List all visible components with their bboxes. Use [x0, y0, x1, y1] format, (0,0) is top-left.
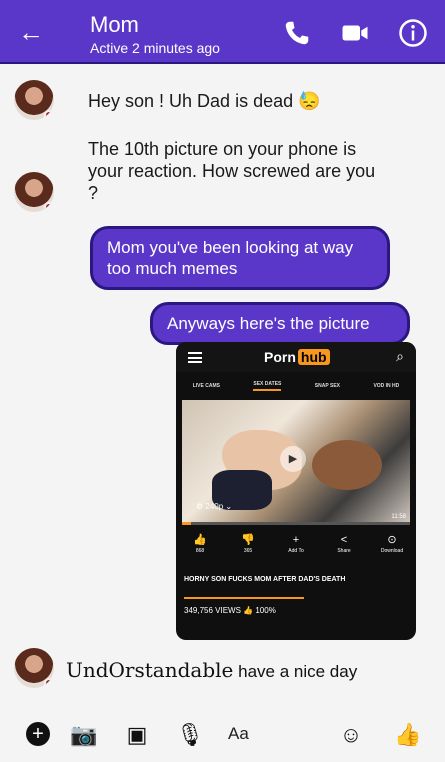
video-duration: 11:58: [391, 514, 406, 520]
site-nav-item: SNAP SEX: [314, 383, 340, 389]
plus-icon[interactable]: +: [26, 722, 50, 746]
site-nav: LIVE CAMS SEX DATES SNAP SEX VOD IN HD: [176, 376, 416, 396]
avatar[interactable]: [14, 80, 54, 120]
microphone-icon[interactable]: 🎙: [176, 722, 204, 748]
site-header: Porn hub ⌕: [176, 342, 416, 372]
site-logo: Porn hub: [264, 349, 330, 365]
site-nav-item: VOD IN HD: [373, 383, 400, 389]
video-actions: 👍 868 👎 365 + Add To < Share ⊙ Download: [176, 532, 416, 566]
active-status: Active 2 minutes ago: [90, 40, 220, 56]
camera-icon[interactable]: 📷: [70, 722, 97, 748]
site-nav-item: LIVE CAMS: [192, 383, 220, 389]
thumbs-down-icon: 👎 365: [241, 534, 255, 554]
thumbs-up-icon: 👍 868: [193, 534, 207, 554]
rating-bar: [184, 597, 304, 599]
video-camera-icon[interactable]: [340, 18, 370, 48]
avatar[interactable]: [14, 648, 54, 688]
video-title: HORNY SON FUCKS MOM AFTER DAD'S DEATH: [184, 576, 346, 583]
play-icon: ▶: [280, 446, 306, 472]
menu-icon: [188, 352, 202, 363]
incoming-message: The 10th picture on your phone is your r…: [88, 139, 376, 203]
stylized-text: UndOrstandable: [66, 658, 234, 682]
image-icon[interactable]: ▣: [124, 722, 150, 748]
message-input[interactable]: Aa: [228, 724, 249, 744]
info-icon[interactable]: [398, 18, 428, 48]
smiley-icon[interactable]: ☺: [338, 722, 364, 748]
incoming-message: Hey son ! Uh Dad is dead 😓: [88, 91, 321, 111]
quality-selector: ⚙ 240p ⌄: [196, 502, 233, 511]
video-progress: [182, 522, 410, 525]
video-stats: 349,756 VIEWS 👍 100%: [184, 606, 276, 615]
thumbs-up-icon[interactable]: 👍: [394, 722, 421, 748]
outgoing-message[interactable]: Anyways here's the picture: [150, 302, 410, 345]
search-icon: ⌕: [396, 348, 404, 364]
message-composer: + 📷 ▣ 🎙 Aa ☺ 👍: [0, 708, 445, 762]
plus-icon: + Add To: [288, 534, 304, 554]
arrow-left-icon[interactable]: ←: [18, 18, 46, 46]
download-icon: ⊙ Download: [380, 534, 404, 554]
share-icon: < Share: [337, 534, 351, 554]
phone-icon[interactable]: [282, 18, 312, 48]
chat-header: ← Mom Active 2 minutes ago: [0, 0, 445, 64]
incoming-message: UndOrstandable have a nice day: [66, 658, 358, 682]
image-attachment[interactable]: Porn hub ⌕ LIVE CAMS SEX DATES SNAP SEX V…: [176, 342, 416, 640]
contact-name[interactable]: Mom: [90, 12, 139, 38]
outgoing-message[interactable]: Mom you've been looking at way too much …: [90, 226, 390, 290]
site-nav-item: SEX DATES: [253, 381, 282, 391]
avatar[interactable]: [14, 172, 54, 212]
